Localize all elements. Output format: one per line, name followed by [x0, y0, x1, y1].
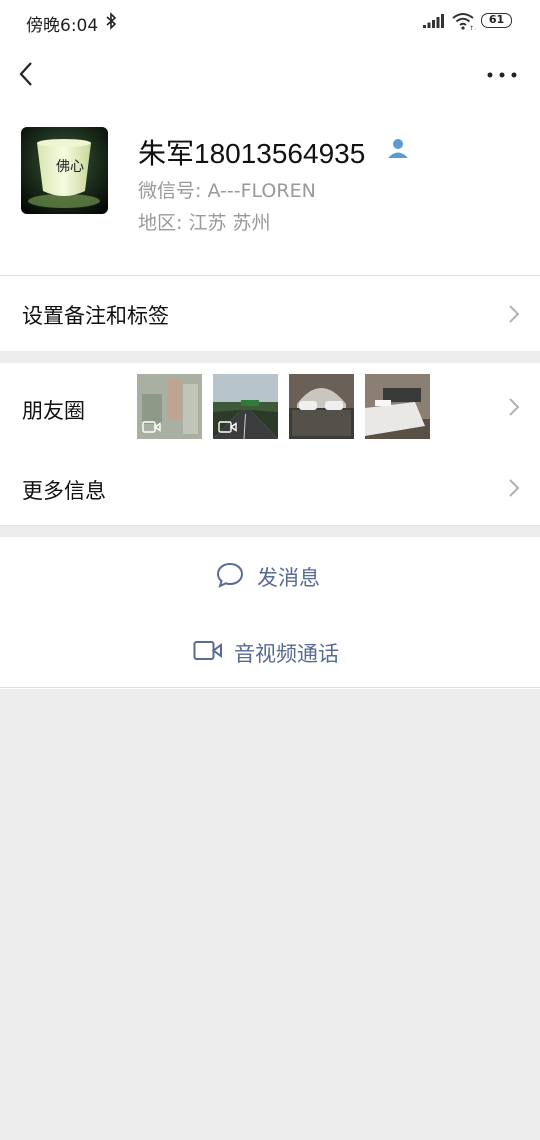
video-icon — [218, 421, 237, 433]
divider — [0, 525, 540, 526]
send-message-button[interactable]: 发消息 — [0, 537, 540, 613]
wifi-icon: ↑↓ — [452, 13, 476, 30]
status-bar: 傍晚6:04 ↑↓ 61 — [0, 0, 540, 44]
verified-person-icon — [388, 139, 408, 158]
wechat-id: 微信号: A---FLOREN — [138, 180, 316, 202]
chat-bubble-icon — [216, 562, 244, 588]
moments-thumbnail — [289, 374, 354, 439]
remark-tags-label: 设置备注和标签 — [22, 304, 169, 328]
send-message-label: 发消息 — [257, 566, 320, 590]
video-call-label: 音视频通话 — [234, 642, 339, 666]
svg-text:↑↓: ↑↓ — [469, 25, 476, 30]
chevron-right-icon — [509, 305, 520, 323]
moments-thumbnail — [365, 374, 430, 439]
region: 地区: 江苏 苏州 — [138, 212, 271, 234]
svg-text:佛心: 佛心 — [56, 159, 84, 175]
top-nav — [0, 44, 540, 104]
video-camera-icon — [193, 641, 222, 660]
signal-icon — [423, 14, 444, 28]
more-info-row[interactable]: 更多信息 — [0, 451, 540, 525]
battery-indicator: 61 — [481, 13, 512, 28]
divider — [0, 687, 540, 688]
avatar[interactable]: 佛心 — [21, 127, 108, 214]
moments-thumbnail — [137, 374, 202, 439]
remark-tags-row[interactable]: 设置备注和标签 — [0, 276, 540, 351]
contact-name: 朱军18013564935 — [138, 138, 366, 169]
moments-row[interactable]: 朋友圈 — [0, 363, 540, 451]
chevron-right-icon — [509, 398, 520, 416]
status-time: 傍晚6:04 — [26, 16, 99, 36]
video-call-button[interactable]: 音视频通话 — [0, 613, 540, 689]
profile-card: 佛心 朱军18013564935 微信号: A---FLOREN 地区: 江苏 … — [0, 104, 540, 275]
more-dots-icon[interactable] — [486, 70, 518, 80]
bluetooth-icon — [106, 12, 117, 30]
chevron-left-icon[interactable] — [14, 58, 42, 90]
chevron-right-icon — [509, 479, 520, 497]
moments-label: 朋友圈 — [22, 399, 85, 423]
more-info-label: 更多信息 — [22, 479, 106, 503]
video-icon — [142, 421, 161, 433]
moments-thumbnail — [213, 374, 278, 439]
